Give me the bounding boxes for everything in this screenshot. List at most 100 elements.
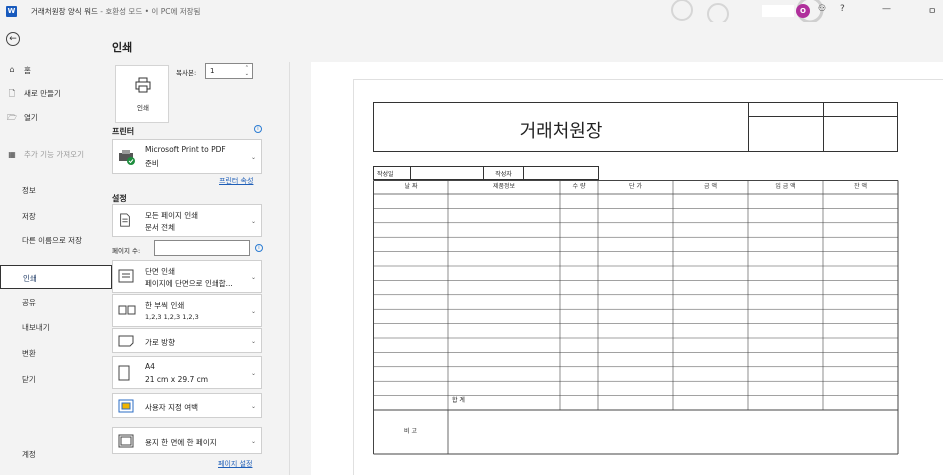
page-setup-link[interactable]: 페이지 설정 [218, 459, 252, 469]
document-title-box: 거래처원장 [373, 102, 898, 152]
header-unit-price: 단 가 [629, 183, 642, 190]
header-product: 제품정보 [492, 183, 516, 190]
copies-label: 복사본: [176, 69, 197, 77]
print-range-value: 모든 페이지 인쇄 [145, 211, 199, 220]
account-avatar[interactable]: O [796, 4, 810, 18]
restore-icon[interactable]: ㅁ [928, 4, 936, 17]
print-range-dropdown[interactable]: 모든 페이지 인쇄 문서 전체 ⌄ [112, 204, 262, 237]
collate-value: 한 부씩 인쇄 [145, 301, 185, 310]
title-decoration [671, 0, 824, 22]
page-title: 인쇄 [112, 41, 133, 54]
nav-open-label: 열기 [24, 113, 38, 122]
new-document-icon: 🗋 [8, 89, 16, 98]
copies-spinner-icon[interactable]: ⌃ ⌄ [245, 65, 249, 77]
pages-per-sheet-dropdown[interactable]: 용지 한 면에 한 페이지 ⌄ [112, 427, 262, 454]
printer-name: Microsoft Print to PDF [145, 145, 226, 154]
orientation-dropdown[interactable]: 가로 방향 ⌄ [112, 328, 262, 353]
author-value-cell [523, 166, 599, 180]
document-title: 거래처원장 [519, 121, 603, 142]
chevron-down-icon: ⌄ [250, 308, 256, 315]
help-icon[interactable]: ? [840, 4, 845, 14]
sides-value: 단면 인쇄 [145, 267, 175, 276]
paper-size-dropdown[interactable]: A4 21 cm x 29.7 cm ⌄ [112, 356, 262, 389]
nav-open[interactable]: 🗁 열기 [6, 112, 112, 126]
settings-section-title: 설정 [112, 194, 127, 203]
nav-get-addins-label: 추가 기능 가져오기 [24, 150, 84, 159]
addins-grid-icon: ▦ [8, 150, 16, 159]
minimize-icon[interactable]: — [882, 4, 891, 14]
sides-dropdown[interactable]: 단면 인쇄 페이지에 단면으로 인쇄합... ⌄ [112, 260, 262, 293]
one-page-per-sheet-icon [118, 434, 134, 448]
date-value-cell [410, 166, 484, 180]
copies-input[interactable]: 1 ⌃ ⌄ [205, 63, 253, 79]
print-range-detail: 문서 전체 [145, 223, 175, 232]
account-name-box[interactable] [762, 5, 794, 17]
printer-status: 준비 [145, 159, 159, 168]
header-quantity: 수 량 [572, 183, 586, 190]
author-label-cell: 작성자 [484, 166, 524, 180]
orientation-value: 가로 방향 [145, 338, 175, 347]
print-settings-pane: 인쇄 인쇄 복사본: 1 ⌃ ⌄ 프린터 i Microsoft Print to… [112, 22, 290, 475]
landscape-icon [118, 335, 134, 347]
printer-info-icon[interactable]: i [254, 125, 262, 133]
approval-divider [748, 103, 749, 151]
nav-new[interactable]: 🗋 새로 만들기 [6, 88, 112, 102]
header-deposit: 입 금 액 [775, 183, 796, 190]
approval-divider [748, 116, 897, 117]
margins-dropdown[interactable]: 사용자 지정 여백 ⌄ [112, 393, 262, 418]
nav-get-addins[interactable]: ▦ 추가 기능 가져오기 [6, 150, 112, 159]
nav-home[interactable]: ⌂ 홈 [6, 65, 112, 76]
pages-icon [120, 213, 130, 227]
copies-value: 1 [210, 67, 215, 75]
remarks-label: 비 고 [404, 428, 417, 435]
nav-save-as[interactable]: 다른 이름으로 저장 [22, 236, 82, 245]
window-title: 거래처원장 양식 워드 - 호환성 모드 • 이 PC에 저장됨 [31, 6, 200, 17]
print-button[interactable]: 인쇄 [115, 65, 169, 123]
pages-input[interactable] [154, 240, 250, 256]
printer-ready-icon [119, 150, 135, 165]
header-balance: 잔 액 [854, 183, 867, 190]
backstage-nav: ← ⌂ 홈 🗋 새로 만들기 🗁 열기 ▦ 추가 기능 가져오기 정보 저장 다… [0, 22, 112, 475]
chevron-down-icon: ⌄ [250, 274, 256, 281]
header-date: 날 짜 [404, 183, 418, 190]
printer-dropdown[interactable]: Microsoft Print to PDF 준비 ⌄ [112, 139, 262, 174]
nav-home-label: 홈 [24, 66, 31, 75]
chevron-down-icon: ⌄ [250, 403, 256, 410]
chevron-down-icon: ⌄ [250, 338, 256, 345]
word-app-icon: W [6, 5, 17, 17]
folder-open-icon: 🗁 [7, 113, 17, 122]
margins-icon [118, 399, 134, 413]
nav-print-selected[interactable]: 인쇄 [0, 265, 112, 289]
collate-dropdown[interactable]: 한 부씩 인쇄 1,2,3 1,2,3 1,2,3 ⌄ [112, 294, 262, 327]
pane-divider [289, 62, 290, 475]
nav-new-label: 새로 만들기 [24, 89, 61, 98]
back-arrow-icon[interactable]: ← [6, 32, 20, 46]
chevron-down-icon: ⌄ [250, 154, 256, 161]
chevron-down-icon: ⌄ [250, 218, 256, 225]
document-name: 거래처원장 양식 워드 [31, 6, 98, 16]
pages-info-icon[interactable]: i [255, 244, 263, 252]
paper-size-detail: 21 cm x 29.7 cm [145, 375, 209, 384]
pages-per-sheet-value: 용지 한 면에 한 페이지 [145, 438, 217, 447]
one-sided-icon [118, 269, 134, 283]
share-people-icon[interactable]: ⚇ [818, 4, 826, 14]
header-amount: 금 액 [704, 183, 717, 190]
chevron-down-icon: ⌄ [250, 438, 256, 445]
ledger-table [373, 180, 899, 455]
collated-icon [118, 305, 136, 315]
nav-print-label: 인쇄 [23, 274, 37, 283]
printer-icon [135, 77, 151, 93]
printer-properties-link[interactable]: 프린터 속성 [219, 176, 253, 186]
total-row-label: 합 계 [452, 397, 465, 404]
print-button-label: 인쇄 [137, 104, 149, 112]
paper-icon [118, 365, 130, 381]
approval-divider [823, 103, 824, 151]
title-bar: W 거래처원장 양식 워드 - 호환성 모드 • 이 PC에 저장됨 O ⚇ ?… [0, 0, 943, 22]
printer-section-title: 프린터 [112, 127, 135, 136]
sides-detail: 페이지에 단면으로 인쇄합... [145, 279, 233, 288]
collate-detail: 1,2,3 1,2,3 1,2,3 [145, 313, 199, 321]
home-icon: ⌂ [9, 65, 15, 74]
margins-value: 사용자 지정 여백 [145, 403, 199, 412]
date-label-cell: 작성일 [373, 166, 411, 180]
document-status: - 호환성 모드 • 이 PC에 저장됨 [97, 6, 201, 16]
